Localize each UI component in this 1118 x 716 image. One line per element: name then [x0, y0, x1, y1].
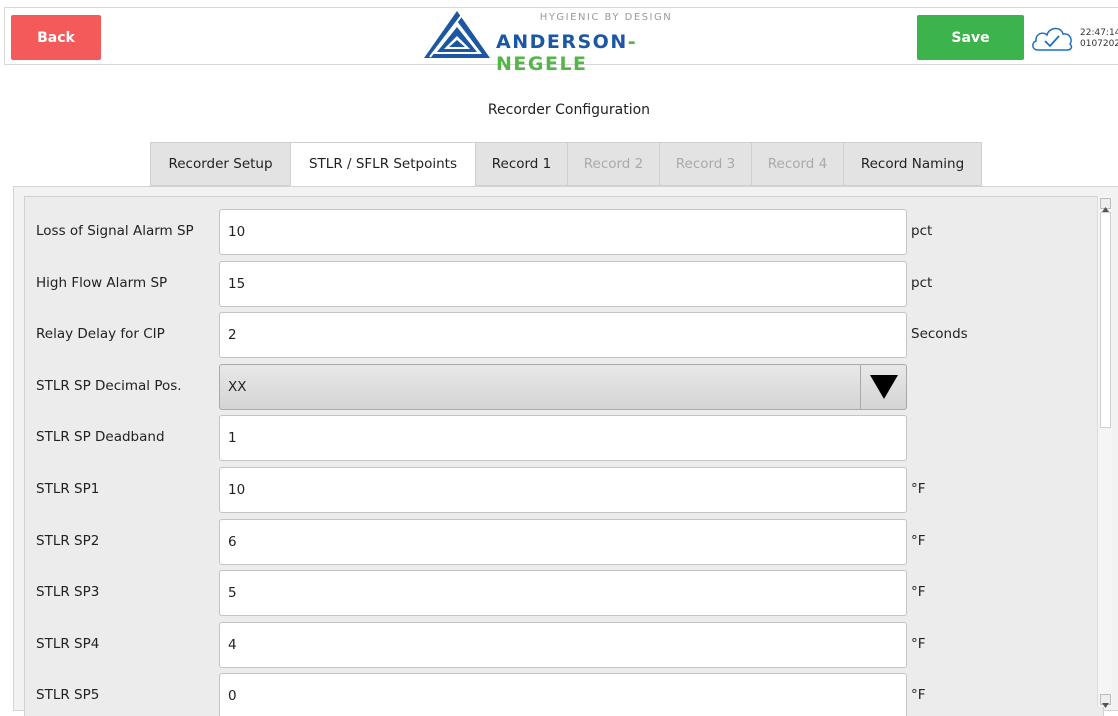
row-stlr-sp2: STLR SP2 6 °F — [25, 519, 1103, 565]
stlr-sp4-input[interactable]: 4 — [219, 622, 907, 668]
field-label: STLR SP1 — [36, 481, 100, 497]
loss-of-signal-alarm-sp-input[interactable]: 10 — [219, 209, 907, 255]
dropdown-toggle[interactable] — [860, 365, 906, 409]
back-button[interactable]: Back — [11, 15, 101, 60]
tab-stlr-sflr-setpoints[interactable]: STLR / SFLR Setpoints — [290, 142, 475, 186]
logo-tagline: HYGIENIC BY DESIGN — [539, 12, 673, 23]
stlr-sp3-input[interactable]: 5 — [219, 570, 907, 616]
row-stlr-sp4: STLR SP4 4 °F — [25, 622, 1103, 668]
field-label: STLR SP2 — [36, 533, 100, 549]
tab-record-4: Record 4 — [751, 142, 843, 186]
stlr-sp1-input[interactable]: 10 — [219, 467, 907, 513]
dropdown-value: XX — [228, 379, 247, 395]
scroll-up-arrow-icon[interactable] — [1100, 198, 1111, 212]
clock: 22:47:14 01072024 — [1080, 28, 1118, 50]
cloud-check-icon — [1032, 27, 1073, 51]
field-label: STLR SP3 — [36, 584, 100, 600]
row-stlr-sp5: STLR SP5 0 °F — [25, 673, 1103, 716]
row-stlr-sp1: STLR SP1 10 °F — [25, 467, 1103, 513]
field-label: STLR SP4 — [36, 636, 100, 652]
row-stlr-sp-decimal-pos: STLR SP Decimal Pos. XX — [25, 364, 1103, 410]
row-stlr-sp-deadband: STLR SP Deadband 1 — [25, 415, 1103, 461]
save-button[interactable]: Save — [917, 15, 1024, 60]
field-label: STLR SP5 — [36, 687, 100, 703]
stlr-sp2-input[interactable]: 6 — [219, 519, 907, 565]
unit-label: Seconds — [911, 326, 968, 342]
setpoints-form: Loss of Signal Alarm SP 10 pct High Flow… — [24, 196, 1104, 716]
unit-label: pct — [911, 275, 933, 291]
scrollbar-thumb[interactable] — [1100, 212, 1111, 428]
row-relay-delay-for-cip: Relay Delay for CIP 2 Seconds — [25, 312, 1103, 358]
clock-date: 01072024 — [1080, 39, 1118, 49]
relay-delay-for-cip-input[interactable]: 2 — [219, 312, 907, 358]
tab-recorder-setup[interactable]: Recorder Setup — [150, 142, 290, 186]
row-stlr-sp3: STLR SP3 5 °F — [25, 570, 1103, 616]
row-high-flow-alarm-sp: High Flow Alarm SP 15 pct — [25, 261, 1103, 307]
page-title: Recorder Configuration — [487, 102, 651, 118]
unit-label: °F — [911, 584, 926, 600]
scroll-down-arrow-icon[interactable] — [1100, 694, 1111, 708]
caret-down-icon — [869, 375, 898, 399]
unit-label: °F — [911, 636, 926, 652]
logo: HYGIENIC BY DESIGN ANDERSON-NEGELE — [422, 10, 722, 75]
tab-record-1[interactable]: Record 1 — [475, 142, 567, 186]
vertical-scrollbar[interactable] — [1097, 196, 1112, 708]
field-label: Loss of Signal Alarm SP — [36, 223, 194, 239]
anderson-negele-logo-icon — [424, 11, 490, 58]
field-label: Relay Delay for CIP — [36, 326, 165, 342]
high-flow-alarm-sp-input[interactable]: 15 — [219, 261, 907, 307]
unit-label: °F — [911, 533, 926, 549]
row-loss-of-signal-alarm-sp: Loss of Signal Alarm SP 10 pct — [25, 209, 1103, 255]
brand-name: ANDERSON-NEGELE — [496, 31, 638, 75]
tab-content-panel: Loss of Signal Alarm SP 10 pct High Flow… — [13, 186, 1118, 716]
field-label: High Flow Alarm SP — [36, 275, 168, 291]
tab-record-3: Record 3 — [659, 142, 751, 186]
tab-record-naming[interactable]: Record Naming — [843, 142, 982, 186]
stlr-sp5-input[interactable]: 0 — [219, 673, 907, 716]
unit-label: °F — [911, 481, 926, 497]
clock-time: 22:47:14 — [1080, 28, 1118, 38]
field-label: STLR SP Decimal Pos. — [36, 378, 182, 394]
unit-label: pct — [911, 223, 933, 239]
stlr-sp-decimal-pos-dropdown[interactable]: XX — [219, 364, 907, 410]
unit-label: °F — [911, 687, 926, 703]
tab-bar: Recorder Setup STLR / SFLR Setpoints Rec… — [150, 142, 982, 186]
field-label: STLR SP Deadband — [36, 429, 165, 445]
stlr-sp-deadband-input[interactable]: 1 — [219, 415, 907, 461]
tab-record-2: Record 2 — [567, 142, 659, 186]
